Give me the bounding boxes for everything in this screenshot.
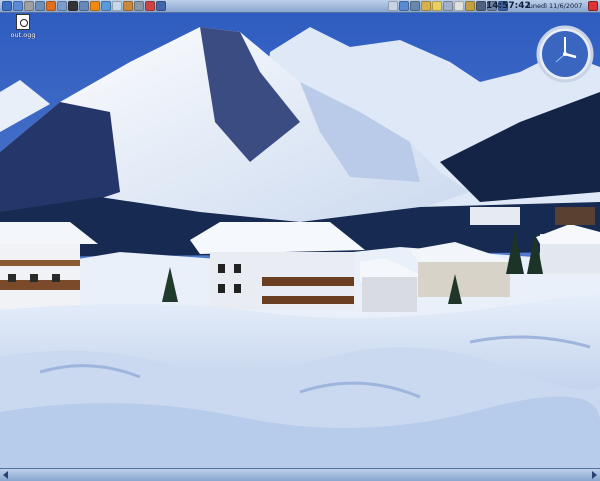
clock-date[interactable]: lunedì 11/6/2007 (527, 0, 582, 12)
notes-icon[interactable] (388, 1, 398, 11)
desktop-file-out-ogg[interactable]: out.ogg (8, 14, 38, 39)
vlc-icon[interactable] (90, 1, 100, 11)
clock-center (563, 52, 567, 56)
folder-icon[interactable] (421, 1, 431, 11)
window-icon[interactable] (443, 1, 453, 11)
clock-time[interactable]: 14:57:42 (486, 0, 531, 12)
volume-icon[interactable] (476, 1, 486, 11)
desktop-icon-label: out.ogg (10, 31, 36, 39)
quit-icon[interactable] (588, 1, 598, 11)
chat-icon[interactable] (101, 1, 111, 11)
bottom-panel (0, 468, 600, 481)
info-icon[interactable] (35, 1, 45, 11)
battery-icon[interactable] (465, 1, 475, 11)
panel-right-arrow-icon[interactable] (592, 471, 597, 479)
tool-icon[interactable] (24, 1, 34, 11)
firefox-icon[interactable] (46, 1, 56, 11)
bookmark-icon[interactable] (432, 1, 442, 11)
file-manager-icon[interactable] (79, 1, 89, 11)
clipboard-icon[interactable] (454, 1, 464, 11)
desktop-icon[interactable] (13, 1, 23, 11)
package-icon[interactable] (123, 1, 133, 11)
analog-clock-widget[interactable] (536, 25, 594, 83)
main-menu-icon[interactable] (2, 1, 12, 11)
sync-icon[interactable] (399, 1, 409, 11)
network-icon[interactable] (156, 1, 166, 11)
panel-left-arrow-icon[interactable] (3, 471, 8, 479)
launcher-bar (2, 1, 166, 11)
calculator-icon[interactable] (134, 1, 144, 11)
terminal-icon[interactable] (68, 1, 78, 11)
pen-icon[interactable] (145, 1, 155, 11)
image-icon[interactable] (112, 1, 122, 11)
audio-file-icon (16, 14, 30, 30)
mail-icon[interactable] (410, 1, 420, 11)
top-panel: 14:57:42 lunedì 11/6/2007 (0, 0, 600, 13)
settings-icon[interactable] (57, 1, 67, 11)
desktop-wallpaper (0, 12, 600, 468)
